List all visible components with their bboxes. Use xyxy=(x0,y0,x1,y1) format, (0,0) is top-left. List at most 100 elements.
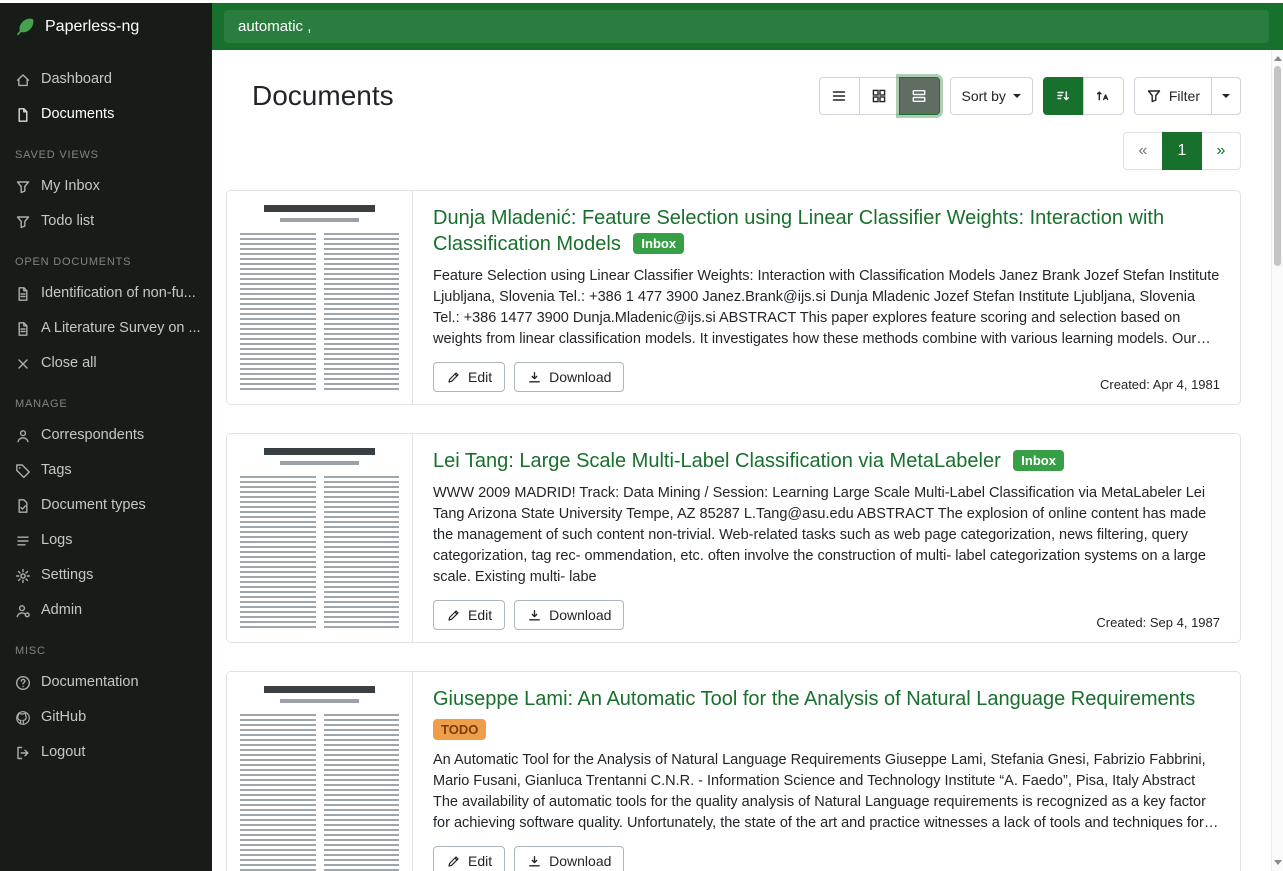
thumbnail-placeholder xyxy=(240,203,399,392)
pagination-previous-button[interactable]: « xyxy=(1123,132,1163,170)
document-title-link[interactable]: Lei Tang: Large Scale Multi-Label Classi… xyxy=(433,450,1001,472)
sidebar-item-label: Logout xyxy=(41,744,85,761)
tag-badge-inbox[interactable]: Inbox xyxy=(633,233,684,254)
created-date: Created: Sep 4, 1987 xyxy=(1096,615,1220,630)
sidebar-item-label: Logs xyxy=(41,532,72,549)
documents-toolbar: Sort by xyxy=(819,77,1241,115)
chevron-down-icon xyxy=(1222,94,1230,98)
download-label: Download xyxy=(549,853,611,869)
edit-button[interactable]: Edit xyxy=(433,362,505,392)
sidebar-item-open-document-1[interactable]: Identification of non-fu... xyxy=(0,276,212,311)
documents-icon xyxy=(15,107,31,123)
document-card: Dunja Mladenić: Feature Selection using … xyxy=(226,190,1241,405)
document-card-body: Dunja Mladenić: Feature Selection using … xyxy=(413,191,1240,404)
document-thumbnail[interactable] xyxy=(227,191,413,404)
open-document-icon xyxy=(15,286,31,302)
github-icon xyxy=(15,710,31,726)
details-view-icon xyxy=(911,88,927,104)
document-types-icon xyxy=(15,498,31,514)
created-date: Created: Apr 4, 1981 xyxy=(1100,377,1220,392)
search-input[interactable] xyxy=(224,10,1269,43)
page-title: Documents xyxy=(226,80,394,112)
sidebar-item-admin[interactable]: Admin xyxy=(0,593,212,628)
document-thumbnail[interactable] xyxy=(227,672,413,871)
edit-button[interactable]: Edit xyxy=(433,600,505,630)
sidebar-item-label: Correspondents xyxy=(41,427,144,444)
sidebar-item-correspondents[interactable]: Correspondents xyxy=(0,418,212,453)
sort-direction-group xyxy=(1043,77,1124,115)
download-button[interactable]: Download xyxy=(514,846,624,871)
pagination-page-1-button[interactable]: 1 xyxy=(1162,132,1202,170)
document-title-link[interactable]: Giuseppe Lami: An Automatic Tool for the… xyxy=(433,688,1195,710)
sort-by-dropdown[interactable]: Sort by xyxy=(950,77,1033,115)
document-card: Giuseppe Lami: An Automatic Tool for the… xyxy=(226,671,1241,871)
view-list-button[interactable] xyxy=(819,77,860,115)
view-details-button[interactable] xyxy=(899,77,940,115)
download-button[interactable]: Download xyxy=(514,362,624,392)
scrollbar-down-arrow-icon[interactable] xyxy=(1274,860,1282,865)
filter-funnel-icon xyxy=(1146,88,1162,104)
card-footer: Edit Download Created: Sep 4, 1987 xyxy=(433,588,1220,630)
card-footer: Edit Download Created: Apr 4, 1981 xyxy=(433,350,1220,392)
sidebar-item-label: Tags xyxy=(41,462,72,479)
sidebar-item-logs[interactable]: Logs xyxy=(0,523,212,558)
dashboard-icon xyxy=(15,72,31,88)
sidebar-item-logout[interactable]: Logout xyxy=(0,735,212,770)
sidebar-item-label: Settings xyxy=(41,567,93,584)
filter-label: Filter xyxy=(1169,88,1200,104)
scrollbar[interactable] xyxy=(1271,50,1283,871)
sidebar-section-open-documents: OPEN DOCUMENTS xyxy=(0,239,212,276)
documentation-icon xyxy=(15,675,31,691)
sidebar-item-label: Admin xyxy=(41,602,82,619)
tag-badge-inbox[interactable]: Inbox xyxy=(1013,450,1064,471)
sidebar-item-todo-list[interactable]: Todo list xyxy=(0,204,212,239)
document-list: Dunja Mladenić: Feature Selection using … xyxy=(226,190,1241,871)
filter-dropdown-toggle[interactable] xyxy=(1211,77,1241,115)
thumbnail-placeholder xyxy=(240,684,399,871)
download-button[interactable]: Download xyxy=(514,600,624,630)
filter-group: Filter xyxy=(1134,77,1241,115)
document-card: Lei Tang: Large Scale Multi-Label Classi… xyxy=(226,433,1241,643)
sidebar-item-label: Dashboard xyxy=(41,71,112,88)
filter-button[interactable]: Filter xyxy=(1134,77,1212,115)
download-icon xyxy=(527,608,542,623)
sidebar-item-my-inbox[interactable]: My Inbox xyxy=(0,169,212,204)
sidebar-item-settings[interactable]: Settings xyxy=(0,558,212,593)
document-card-body: Lei Tang: Large Scale Multi-Label Classi… xyxy=(413,434,1240,642)
close-icon xyxy=(15,356,31,372)
page-header: Documents xyxy=(226,74,1241,118)
open-document-icon xyxy=(15,321,31,337)
document-title-link[interactable]: Dunja Mladenić: Feature Selection using … xyxy=(433,207,1164,255)
sidebar-item-documents[interactable]: Documents xyxy=(0,97,212,132)
sort-descending-button[interactable] xyxy=(1043,77,1084,115)
sidebar-item-open-document-2[interactable]: A Literature Survey on ... xyxy=(0,311,212,346)
app-layout: Paperless-ng Dashboard Documents SAVED V… xyxy=(0,3,1283,871)
sort-alphabetical-button[interactable] xyxy=(1083,77,1124,115)
edit-label: Edit xyxy=(468,369,492,385)
view-mode-group xyxy=(819,77,940,115)
document-card-body: Giuseppe Lami: An Automatic Tool for the… xyxy=(413,672,1240,871)
pencil-icon xyxy=(446,854,461,869)
pagination-row: « 1 » xyxy=(226,132,1241,170)
sidebar-item-github[interactable]: GitHub xyxy=(0,700,212,735)
view-grid-button[interactable] xyxy=(859,77,900,115)
admin-icon xyxy=(15,603,31,619)
content: Documents xyxy=(212,50,1283,871)
scrollbar-up-arrow-icon[interactable] xyxy=(1274,56,1282,61)
sidebar-item-tags[interactable]: Tags xyxy=(0,453,212,488)
sort-alphabetical-icon xyxy=(1095,88,1111,104)
logout-icon xyxy=(15,745,31,761)
sidebar-item-documentation[interactable]: Documentation xyxy=(0,665,212,700)
app-brand[interactable]: Paperless-ng xyxy=(0,3,212,50)
tag-badge-todo[interactable]: TODO xyxy=(433,719,486,740)
pagination-next-button[interactable]: » xyxy=(1201,132,1241,170)
edit-button[interactable]: Edit xyxy=(433,846,505,871)
sidebar-item-close-all[interactable]: Close all xyxy=(0,346,212,381)
edit-label: Edit xyxy=(468,607,492,623)
document-thumbnail[interactable] xyxy=(227,434,413,642)
pagination: « 1 » xyxy=(1123,132,1241,170)
sidebar-section-saved-views: SAVED VIEWS xyxy=(0,132,212,169)
sidebar-item-document-types[interactable]: Document types xyxy=(0,488,212,523)
sidebar-item-dashboard[interactable]: Dashboard xyxy=(0,62,212,97)
scrollbar-thumb[interactable] xyxy=(1274,66,1281,266)
